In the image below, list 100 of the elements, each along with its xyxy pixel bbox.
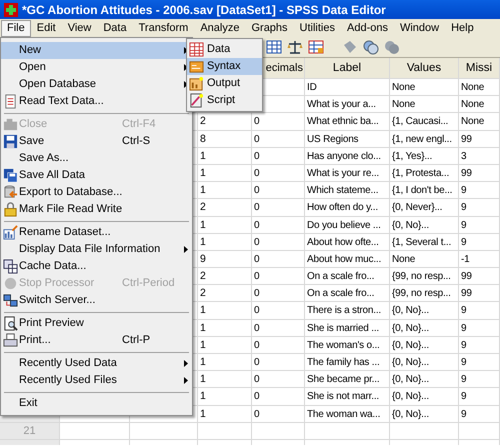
menu-item[interactable]: Print Preview [1, 315, 192, 332]
table-cell: 9 [198, 250, 252, 268]
menu-item[interactable]: Save As... [1, 150, 192, 167]
table-cell: 9 [459, 216, 500, 234]
row-header [0, 440, 60, 445]
scale-icon[interactable] [287, 39, 303, 55]
table-cell: 9 [459, 234, 500, 251]
menu-item[interactable]: Analyze [194, 20, 246, 36]
output-icon [189, 76, 204, 91]
column-header[interactable]: Label [305, 58, 390, 79]
menu-item[interactable]: Display Data File Information [1, 241, 192, 258]
menu-item[interactable]: Recently Used Data [1, 355, 192, 372]
table-cell: 0 [252, 302, 305, 320]
table-cell [390, 422, 459, 440]
table-cell: 0 [252, 130, 305, 148]
document-icon [2, 94, 18, 109]
table-cell: -1 [459, 250, 500, 268]
table-cell: 1 [198, 320, 252, 337]
stop-icon [2, 276, 18, 291]
menu-item[interactable]: Syntax [187, 58, 262, 75]
table-cell: 99 [459, 164, 500, 182]
table-cell: 0 [252, 320, 305, 337]
table-cell: {0, No}... [390, 302, 459, 320]
table-cell: 0 [252, 182, 305, 200]
menu-item[interactable]: Switch Server... [1, 292, 192, 309]
table-cell: 9 [459, 388, 500, 406]
table-cell: 99 [459, 130, 500, 148]
table-cell: What is your a... [305, 96, 390, 114]
table-cell: 1 [198, 371, 252, 388]
menu-item[interactable]: Transform [132, 20, 194, 36]
table-cell: ID [305, 79, 390, 96]
table-cell: {0, No}... [390, 388, 459, 406]
table-cell: None [390, 79, 459, 96]
menu-item[interactable]: Utilities [294, 20, 341, 36]
menu-item[interactable]: Rename Dataset... [1, 224, 192, 241]
menu-item[interactable]: Recently Used Files [1, 372, 192, 389]
printer-icon [2, 333, 18, 348]
table-cell: 1 [198, 148, 252, 165]
table-cell: {0, Never}... [390, 199, 459, 216]
menu-item[interactable]: Help [445, 20, 480, 36]
menu-item[interactable]: Print... Ctrl-P [1, 332, 192, 349]
computers-icon [2, 293, 18, 308]
lock-icon [2, 202, 18, 217]
table-cell: 2 [198, 199, 252, 216]
menu-item[interactable]: Cache Data... [1, 258, 192, 275]
script-icon [189, 93, 204, 108]
menu-item[interactable]: Edit [30, 20, 62, 36]
table-cell: 1 [198, 388, 252, 406]
table-cell: {1, Yes}... [390, 148, 459, 165]
table-cell: 0 [252, 371, 305, 388]
menu-item[interactable]: Graphs [245, 20, 294, 36]
column-header[interactable]: Values [390, 58, 459, 79]
table-cell: 0 [252, 354, 305, 372]
table-cell: 0 [252, 164, 305, 182]
table-cell: None [390, 96, 459, 114]
table-cell: {0, No}... [390, 336, 459, 354]
table-cell: 0 [252, 406, 305, 423]
menu-item[interactable]: Add-ons [341, 20, 394, 36]
table-cell: On a scale fro... [305, 285, 390, 302]
chart-pencil-icon [2, 225, 18, 240]
table-cell [252, 422, 305, 440]
table-cell: 0 [252, 285, 305, 302]
table-cell: Which stateme... [305, 182, 390, 200]
table-cell: {1, I don't be... [390, 182, 459, 200]
table-cell: The woman's o... [305, 336, 390, 354]
menu-item[interactable]: Export to Database... [1, 184, 192, 201]
column-header[interactable]: Missi [459, 58, 500, 79]
menu-item[interactable]: View [62, 20, 98, 36]
table-cell: None [459, 79, 500, 96]
table-cell: 9 [459, 302, 500, 320]
table-cell: 2 [198, 285, 252, 302]
menu-item[interactable]: File [1, 20, 31, 36]
table-cell [459, 422, 500, 440]
table-cell: {0, No}... [390, 320, 459, 337]
menu-item[interactable]: Exit [1, 395, 192, 412]
menu-item[interactable]: Save All Data [1, 167, 192, 184]
table-icon[interactable] [266, 39, 282, 55]
table-cell: She is not marr... [305, 388, 390, 406]
floppy-disks-icon [2, 168, 18, 183]
table-cell: 1 [198, 216, 252, 234]
table-cell [60, 422, 130, 440]
menu-item[interactable]: Mark File Read Write [1, 201, 192, 218]
table-cell: None [459, 113, 500, 131]
circles-icon[interactable] [363, 39, 379, 55]
table-cell: 0 [252, 199, 305, 216]
menu-item[interactable]: Window [394, 20, 446, 36]
circles-icon[interactable] [384, 39, 400, 55]
table-cell: 0 [252, 388, 305, 406]
database-export-icon [2, 185, 18, 200]
print-preview-icon [2, 316, 18, 331]
table-cell: {1, Several t... [390, 234, 459, 251]
grid-icon[interactable] [308, 39, 324, 55]
menu-item[interactable]: Data [97, 20, 133, 36]
grid-stack-icon [2, 259, 18, 274]
table-cell: 1 [198, 354, 252, 372]
table-cell: 1 [198, 164, 252, 182]
table-cell: {1, Protesta... [390, 164, 459, 182]
table-cell: {0, No}... [390, 354, 459, 372]
menu-item[interactable]: Save Ctrl-S [1, 133, 192, 150]
table-cell: 0 [252, 148, 305, 165]
